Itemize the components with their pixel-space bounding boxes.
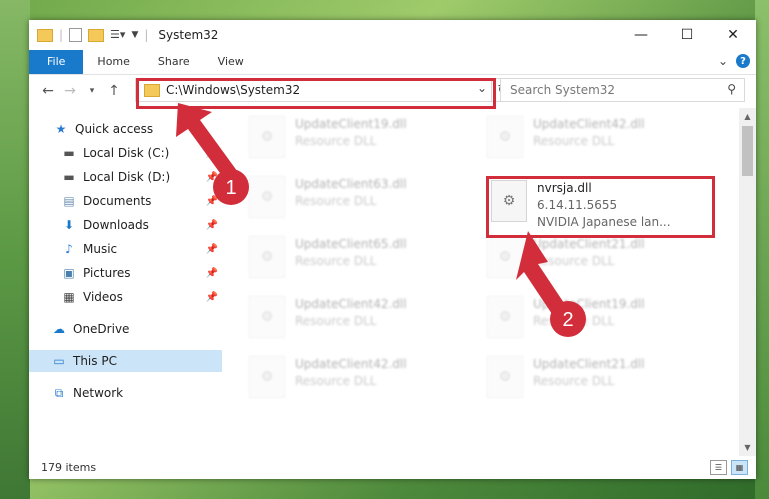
- step1-label: 1: [225, 177, 236, 199]
- step2-label: 2: [562, 309, 573, 331]
- step2-arrow: [516, 231, 566, 314]
- annotation-overlay: 1 2: [176, 103, 586, 337]
